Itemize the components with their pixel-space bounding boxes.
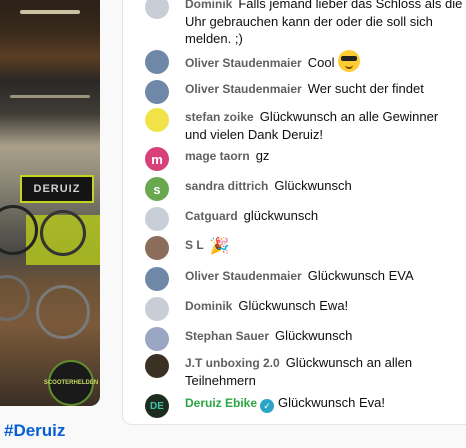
avatar[interactable] — [145, 267, 169, 291]
chat-message: Catguard glückwunsch — [145, 207, 463, 231]
chat-message: Dominik Falls jemand lieber das Schloss a… — [145, 0, 463, 47]
sunglasses-emoji-icon — [338, 50, 361, 72]
avatar[interactable]: DE — [145, 394, 169, 418]
avatar[interactable] — [145, 236, 169, 260]
chat-message: J.T unboxing 2.0 Glückwunsch an allen Tei… — [145, 354, 463, 389]
ceiling-light — [10, 95, 90, 98]
party-popper-icon: 🎉 — [209, 238, 230, 255]
author-name[interactable]: Oliver Staudenmaier — [185, 269, 302, 283]
chat-message: m mage taorn gz — [145, 147, 463, 171]
author-name[interactable]: J.T unboxing 2.0 — [185, 356, 280, 370]
author-name[interactable]: Deruiz Ebike — [185, 396, 257, 410]
author-name[interactable]: S L — [185, 238, 204, 252]
live-chat-panel: Dominik Falls jemand lieber das Schloss a… — [122, 0, 466, 425]
message-text: Glückwunsch — [275, 328, 353, 343]
message-text: Glückwunsch Ewa! — [238, 298, 349, 313]
avatar[interactable] — [145, 80, 169, 104]
avatar[interactable] — [145, 297, 169, 321]
avatar[interactable] — [145, 0, 169, 19]
author-name[interactable]: Dominik — [185, 299, 232, 313]
author-name[interactable]: Oliver Staudenmaier — [185, 56, 302, 70]
author-name[interactable]: Dominik — [185, 0, 232, 11]
bike-wheel — [0, 275, 30, 321]
author-name[interactable]: Oliver Staudenmaier — [185, 82, 302, 96]
chat-message: DE Deruiz Ebike ✓ Glückwunsch Eva! — [145, 394, 463, 418]
chat-message: Oliver Staudenmaier Glückwunsch EVA — [145, 267, 463, 291]
message-text: Glückwunsch Eva! — [278, 395, 385, 410]
chat-message: Oliver Staudenmaier Cool — [145, 50, 463, 74]
author-name[interactable]: Stephan Sauer — [185, 329, 269, 343]
message-text: Cool — [307, 55, 335, 70]
avatar[interactable] — [145, 108, 169, 132]
channel-badge: SCOOTERHELDEN — [44, 360, 98, 406]
store-sign: DERUIZ — [20, 175, 94, 203]
author-name[interactable]: sandra dittrich — [185, 179, 268, 193]
avatar[interactable] — [145, 50, 169, 74]
chat-message: S L 🎉 — [145, 236, 463, 260]
avatar[interactable] — [145, 207, 169, 231]
hashtag-link[interactable]: #Deruiz — [4, 421, 65, 441]
chat-message: stefan zoike Glückwunsch an alle Gewinner… — [145, 108, 463, 143]
message-text: gz — [255, 148, 270, 163]
message-text: glückwunsch — [243, 208, 319, 223]
avatar[interactable] — [145, 327, 169, 351]
verified-badge-icon: ✓ — [260, 399, 275, 413]
author-name[interactable]: stefan zoike — [185, 110, 254, 124]
bike-wheel — [36, 285, 90, 339]
author-name[interactable]: Catguard — [185, 209, 238, 223]
chat-message: Stephan Sauer Glückwunsch — [145, 327, 463, 351]
ceiling-light — [20, 10, 80, 14]
chat-message: Dominik Glückwunsch Ewa! — [145, 297, 463, 321]
message-text: Wer sucht der findet — [307, 81, 424, 96]
message-text: Glückwunsch — [274, 178, 352, 193]
message-text: Glückwunsch EVA — [307, 268, 414, 283]
avatar[interactable]: m — [145, 147, 169, 171]
avatar[interactable]: s — [145, 177, 169, 201]
author-name[interactable]: mage taorn — [185, 149, 250, 163]
bike-wheel — [40, 210, 86, 256]
video-player[interactable]: DERUIZ SCOOTERHELDEN — [0, 0, 100, 406]
avatar[interactable] — [145, 354, 169, 378]
chat-message: Oliver Staudenmaier Wer sucht der findet — [145, 80, 463, 104]
chat-message: s sandra dittrich Glückwunsch — [145, 177, 463, 201]
